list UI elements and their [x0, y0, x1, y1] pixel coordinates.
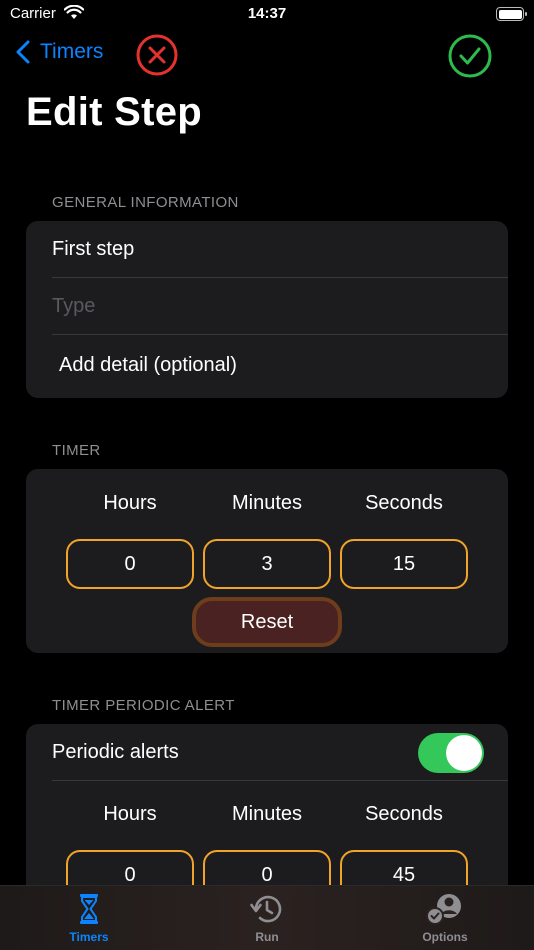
status-time: 14:37 [247, 5, 287, 22]
timer-card: Hours Minutes Seconds 0 3 15 Reset [26, 469, 508, 653]
user-settings-icon [426, 894, 461, 925]
periodic-alerts-label: Periodic alerts [52, 741, 179, 763]
reset-button[interactable]: Reset [192, 597, 342, 647]
step-name-value: First step [52, 238, 135, 260]
back-button[interactable]: Timers [16, 40, 103, 64]
confirm-button[interactable] [448, 34, 492, 78]
chevron-left-icon [16, 40, 30, 64]
tab-timers[interactable]: Timers [34, 892, 144, 944]
page-title: Edit Step [26, 90, 203, 134]
alert-seconds-label: Seconds [365, 803, 443, 825]
battery-icon [496, 7, 527, 21]
divider [52, 334, 508, 335]
toggle-knob [446, 735, 482, 771]
general-card: First step Type Add detail (optional) [26, 221, 508, 398]
general-section-header: GENERAL INFORMATION [52, 194, 239, 211]
timer-hours-input[interactable]: 0 [66, 539, 194, 589]
tab-label: Run [255, 930, 279, 944]
checkmark-circle-icon [448, 34, 492, 78]
navigation-bar: Timers [0, 30, 534, 82]
tab-bar: Timers Run Options [0, 885, 534, 950]
timer-seconds-input[interactable]: 15 [340, 539, 468, 589]
cancel-button[interactable] [136, 34, 178, 76]
type-field[interactable]: Type [26, 278, 508, 334]
timer-minutes-input[interactable]: 3 [203, 539, 331, 589]
periodic-alerts-toggle[interactable] [418, 733, 484, 773]
seconds-label: Seconds [365, 492, 443, 514]
periodic-alerts-row: Periodic alerts [26, 724, 508, 780]
alert-hours-label: Hours [103, 803, 157, 825]
tab-label: Options [422, 930, 468, 944]
status-bar: Carrier 14:37 [0, 0, 534, 30]
type-placeholder: Type [52, 295, 96, 317]
divider [52, 780, 508, 781]
tab-label: Timers [69, 930, 109, 944]
add-detail-button[interactable]: Add detail (optional) [26, 337, 508, 393]
step-name-field[interactable]: First step [26, 221, 508, 277]
back-label: Timers [40, 40, 104, 63]
add-detail-label: Add detail (optional) [59, 354, 237, 376]
periodic-section-header: TIMER PERIODIC ALERT [52, 697, 235, 714]
tab-options[interactable]: Options [390, 892, 500, 944]
hourglass-icon [80, 894, 98, 924]
alert-minutes-label: Minutes [231, 803, 303, 825]
minutes-label: Minutes [231, 492, 303, 514]
close-circle-icon [136, 34, 178, 76]
timer-section-header: TIMER [52, 442, 101, 459]
tab-run[interactable]: Run [212, 892, 322, 944]
hours-label: Hours [103, 492, 157, 514]
history-icon [250, 895, 282, 923]
